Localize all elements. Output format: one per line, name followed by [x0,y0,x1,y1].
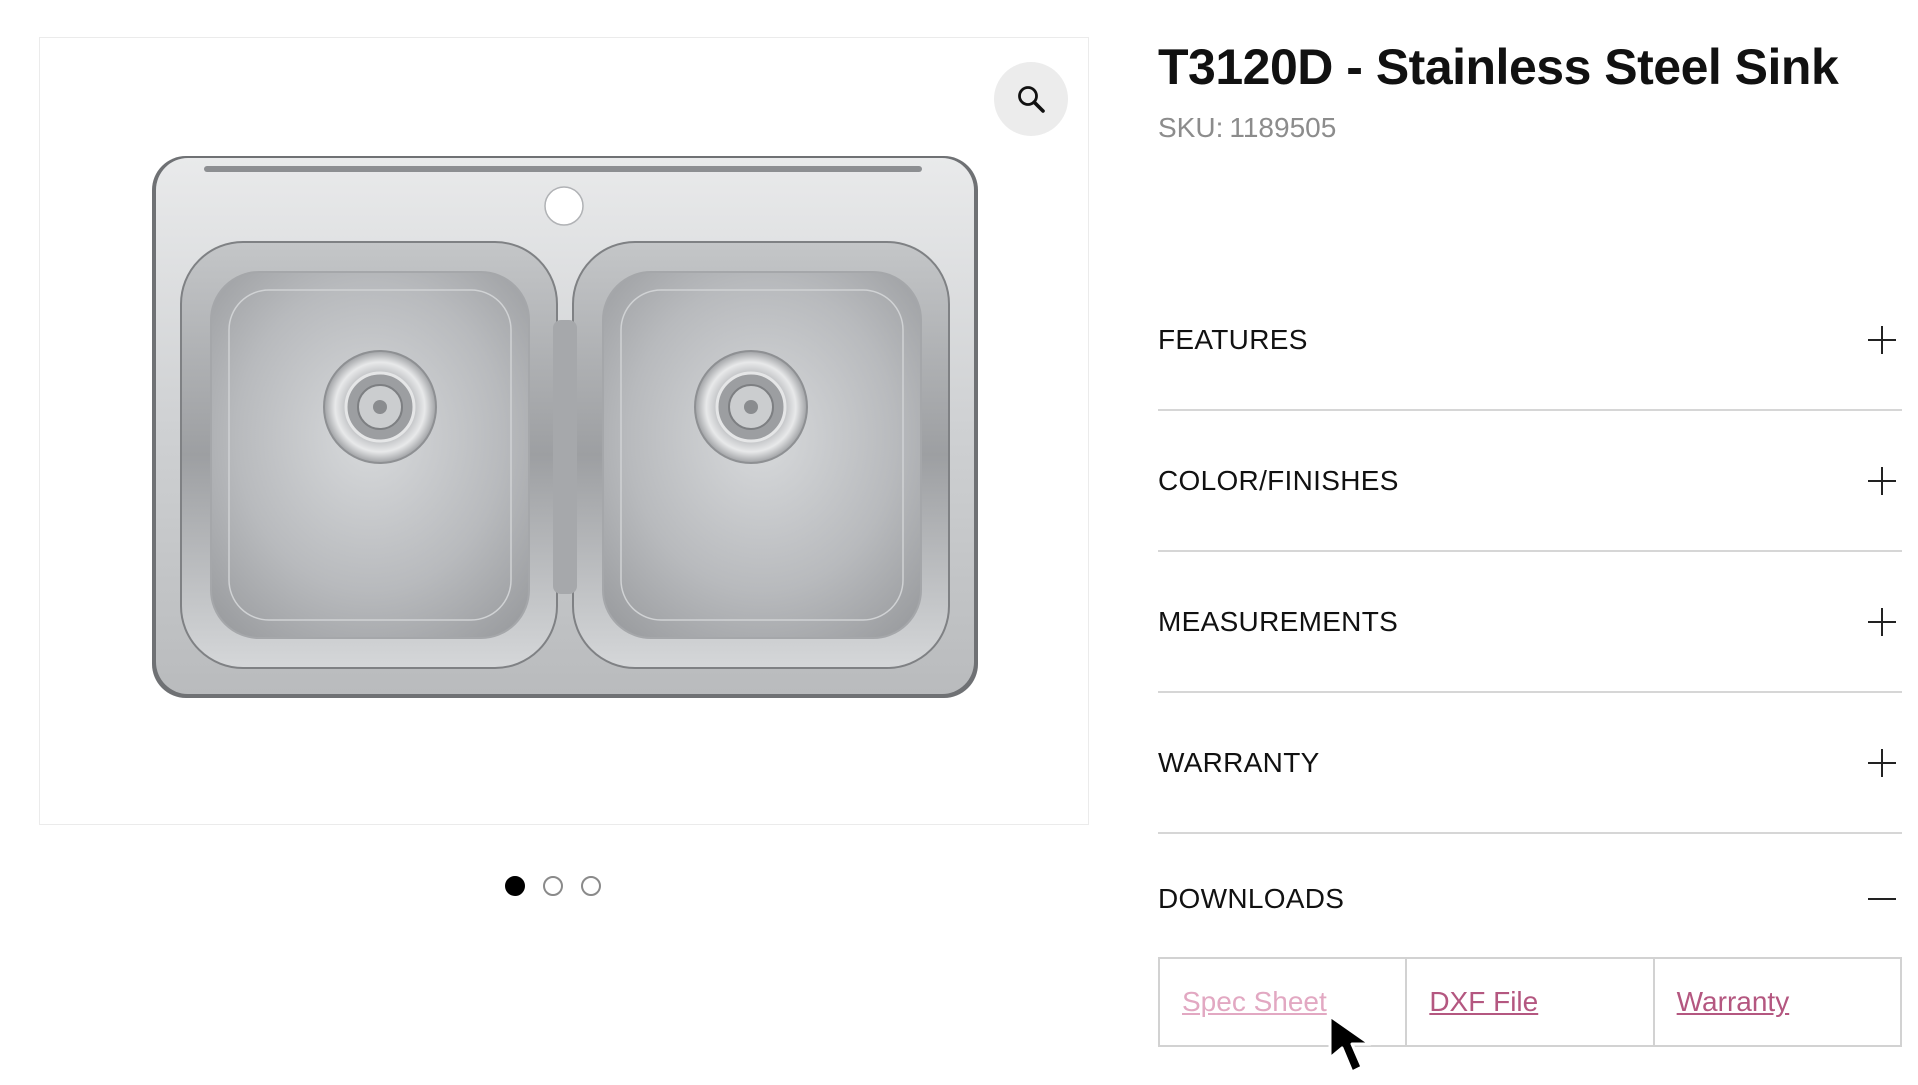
zoom-button[interactable] [994,62,1068,136]
magnifier-icon [1018,86,1045,113]
downloads-table: Spec Sheet DXF File Warranty [1158,957,1902,1047]
product-image [152,156,978,698]
warranty-download-link[interactable]: Warranty [1677,986,1790,1018]
product-info: T3120D - Stainless Steel Sink SKU: 118950… [1158,34,1902,146]
dxf-file-link[interactable]: DXF File [1429,986,1538,1018]
accordion-features-label: FEATURES [1158,323,1308,355]
accordion-warranty[interactable]: WARRANTY [1158,693,1902,834]
download-cell: DXF File [1407,959,1655,1045]
plus-icon[interactable] [1868,325,1898,355]
carousel-dots [505,876,601,896]
sku-value: 1189505 [1229,112,1337,143]
accordion-measurements[interactable]: MEASUREMENTS [1158,552,1902,693]
carousel-dot-3[interactable] [581,876,601,896]
sku-label: SKU: [1158,112,1224,143]
plus-icon[interactable] [1868,748,1898,778]
accordion-color-finishes-label: COLOR/FINISHES [1158,464,1399,496]
carousel-dot-1[interactable] [505,876,525,896]
product-title: T3120D - Stainless Steel Sink [1158,39,1839,95]
download-cell: Spec Sheet [1160,959,1408,1045]
accordion-features[interactable]: FEATURES [1158,270,1902,411]
accordion-downloads[interactable]: DOWNLOADS [1158,834,1902,963]
product-accordion: FEATURES COLOR/FINISHES MEASUREMENTS WAR… [1158,270,1902,963]
product-gallery [39,37,1089,825]
accordion-warranty-label: WARRANTY [1158,746,1320,778]
minus-icon[interactable] [1868,884,1898,914]
plus-icon[interactable] [1868,466,1898,496]
spec-sheet-link[interactable]: Spec Sheet [1182,986,1327,1018]
plus-icon[interactable] [1868,607,1898,637]
accordion-color-finishes[interactable]: COLOR/FINISHES [1158,411,1902,552]
carousel-dot-2[interactable] [543,876,563,896]
accordion-measurements-label: MEASUREMENTS [1158,605,1399,637]
product-sku: SKU: 1189505 [1158,110,1902,146]
download-cell: Warranty [1655,959,1900,1045]
accordion-downloads-label: DOWNLOADS [1158,882,1345,914]
